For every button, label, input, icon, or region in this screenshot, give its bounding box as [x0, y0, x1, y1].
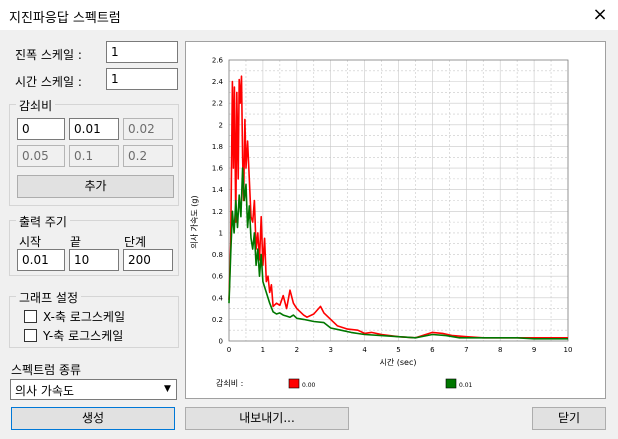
x-tick-label: 5	[396, 346, 400, 354]
spectrum-chart-panel: 0 1 2 3 4 5 6 7 8 9 10 0 0.2 0.4 0.6 0.8 1 1.2 1.4 1.6 1.8 2…	[185, 41, 606, 399]
y-tick-labels: 0 0.2 0.4 0.6 0.8 1 1.2 1.4 1.6 1.8 2 2.2 2.4 2.6	[212, 57, 224, 346]
damping-group-title: 감쇠비	[16, 97, 56, 114]
x-tick-labels: 0 1 2 3 4 5 6 7 8 9 10	[227, 346, 573, 354]
x-log-checkbox-box[interactable]	[24, 310, 37, 323]
y-log-checkbox[interactable]: Y-축 로그스케일	[24, 327, 123, 344]
x-tick-label: 4	[362, 346, 367, 354]
step-input[interactable]: 200	[123, 249, 173, 271]
close-icon[interactable]: ×	[582, 0, 618, 30]
legend-swatch-0.01	[445, 378, 457, 389]
legend-label-0.01: 0.01	[459, 382, 473, 389]
graph-settings-group-title: 그래프 설정	[16, 289, 82, 306]
y-tick-label: 1.4	[212, 186, 224, 194]
x-tick-label: 0	[227, 346, 231, 354]
chart-legend: 0.00 0.01	[288, 378, 473, 389]
output-period-group-title: 출력 주기	[16, 213, 70, 230]
y-tick-label: 1.8	[212, 143, 223, 151]
y-tick-label: 2	[219, 121, 223, 129]
start-input[interactable]: 0.01	[17, 249, 65, 271]
x-tick-label: 7	[464, 346, 468, 354]
amplitude-scale-input[interactable]: 1	[106, 41, 178, 63]
y-log-label: Y-축 로그스케일	[43, 329, 124, 343]
y-tick-label: 0.8	[212, 251, 223, 259]
legend-label-0.00: 0.00	[302, 382, 316, 389]
y-tick-label: 2.4	[212, 78, 224, 86]
end-label: 끝	[70, 235, 82, 249]
add-damping-button[interactable]: 추가	[17, 175, 174, 198]
spectrum-type-select[interactable]: 의사 가속도 ▼	[10, 379, 177, 400]
damping-input-1[interactable]: 0	[17, 118, 65, 140]
title-bar: 지진파응답 스펙트럼 ×	[0, 0, 618, 30]
window-title: 지진파응답 스펙트럼	[9, 11, 121, 26]
legend-swatch-0.00	[288, 378, 300, 389]
x-tick-label: 6	[430, 346, 435, 354]
spectrum-chart: 0 1 2 3 4 5 6 7 8 9 10 0 0.2 0.4 0.6 0.8 1 1.2 1.4 1.6 1.8 2…	[189, 57, 573, 390]
time-scale-input[interactable]: 1	[106, 68, 178, 90]
generate-button[interactable]: 생성	[11, 407, 175, 430]
x-log-label: X-축 로그스케일	[43, 310, 126, 324]
x-tick-label: 3	[328, 346, 332, 354]
damping-input-3: 0.02	[123, 118, 173, 140]
x-tick-label: 2	[295, 346, 299, 354]
close-button[interactable]: 닫기	[532, 407, 606, 430]
spectrum-type-value: 의사 가속도	[15, 384, 75, 398]
legend-title: 감쇠비 :	[216, 378, 243, 388]
y-log-checkbox-box[interactable]	[24, 329, 37, 342]
x-log-checkbox[interactable]: X-축 로그스케일	[24, 308, 125, 325]
damping-input-6: 0.2	[123, 145, 173, 167]
step-label: 단계	[124, 235, 147, 249]
x-tick-label: 1	[261, 346, 265, 354]
export-button[interactable]: 내보내기...	[185, 407, 349, 430]
spectrum-type-label: 스펙트럼 종류	[11, 363, 82, 377]
damping-input-2[interactable]: 0.01	[69, 118, 119, 140]
x-tick-label: 9	[532, 346, 536, 354]
x-axis-label: 시간 (sec)	[380, 357, 417, 367]
y-tick-label: 0.2	[212, 316, 223, 324]
chevron-down-icon[interactable]: ▼	[159, 380, 176, 399]
x-tick-label: 8	[498, 346, 502, 354]
y-tick-label: 0.4	[212, 294, 224, 302]
end-input[interactable]: 10	[69, 249, 119, 271]
damping-input-5: 0.1	[69, 145, 119, 167]
x-tick-label: 10	[564, 346, 573, 354]
y-axis-label: 의사 가속도 (g)	[189, 195, 199, 248]
y-tick-label: 0.6	[212, 273, 224, 281]
start-label: 시작	[19, 235, 42, 249]
y-tick-label: 0	[219, 338, 223, 346]
damping-input-4: 0.05	[17, 145, 65, 167]
y-tick-label: 1.6	[212, 165, 224, 173]
y-tick-label: 2.6	[212, 57, 224, 65]
amplitude-scale-label: 진폭 스케일 :	[15, 48, 82, 62]
y-tick-label: 2.2	[212, 100, 223, 108]
chart-grid	[228, 59, 569, 342]
y-tick-label: 1	[219, 229, 223, 237]
y-tick-label: 1.2	[212, 208, 223, 216]
time-scale-label: 시간 스케일 :	[15, 75, 82, 89]
